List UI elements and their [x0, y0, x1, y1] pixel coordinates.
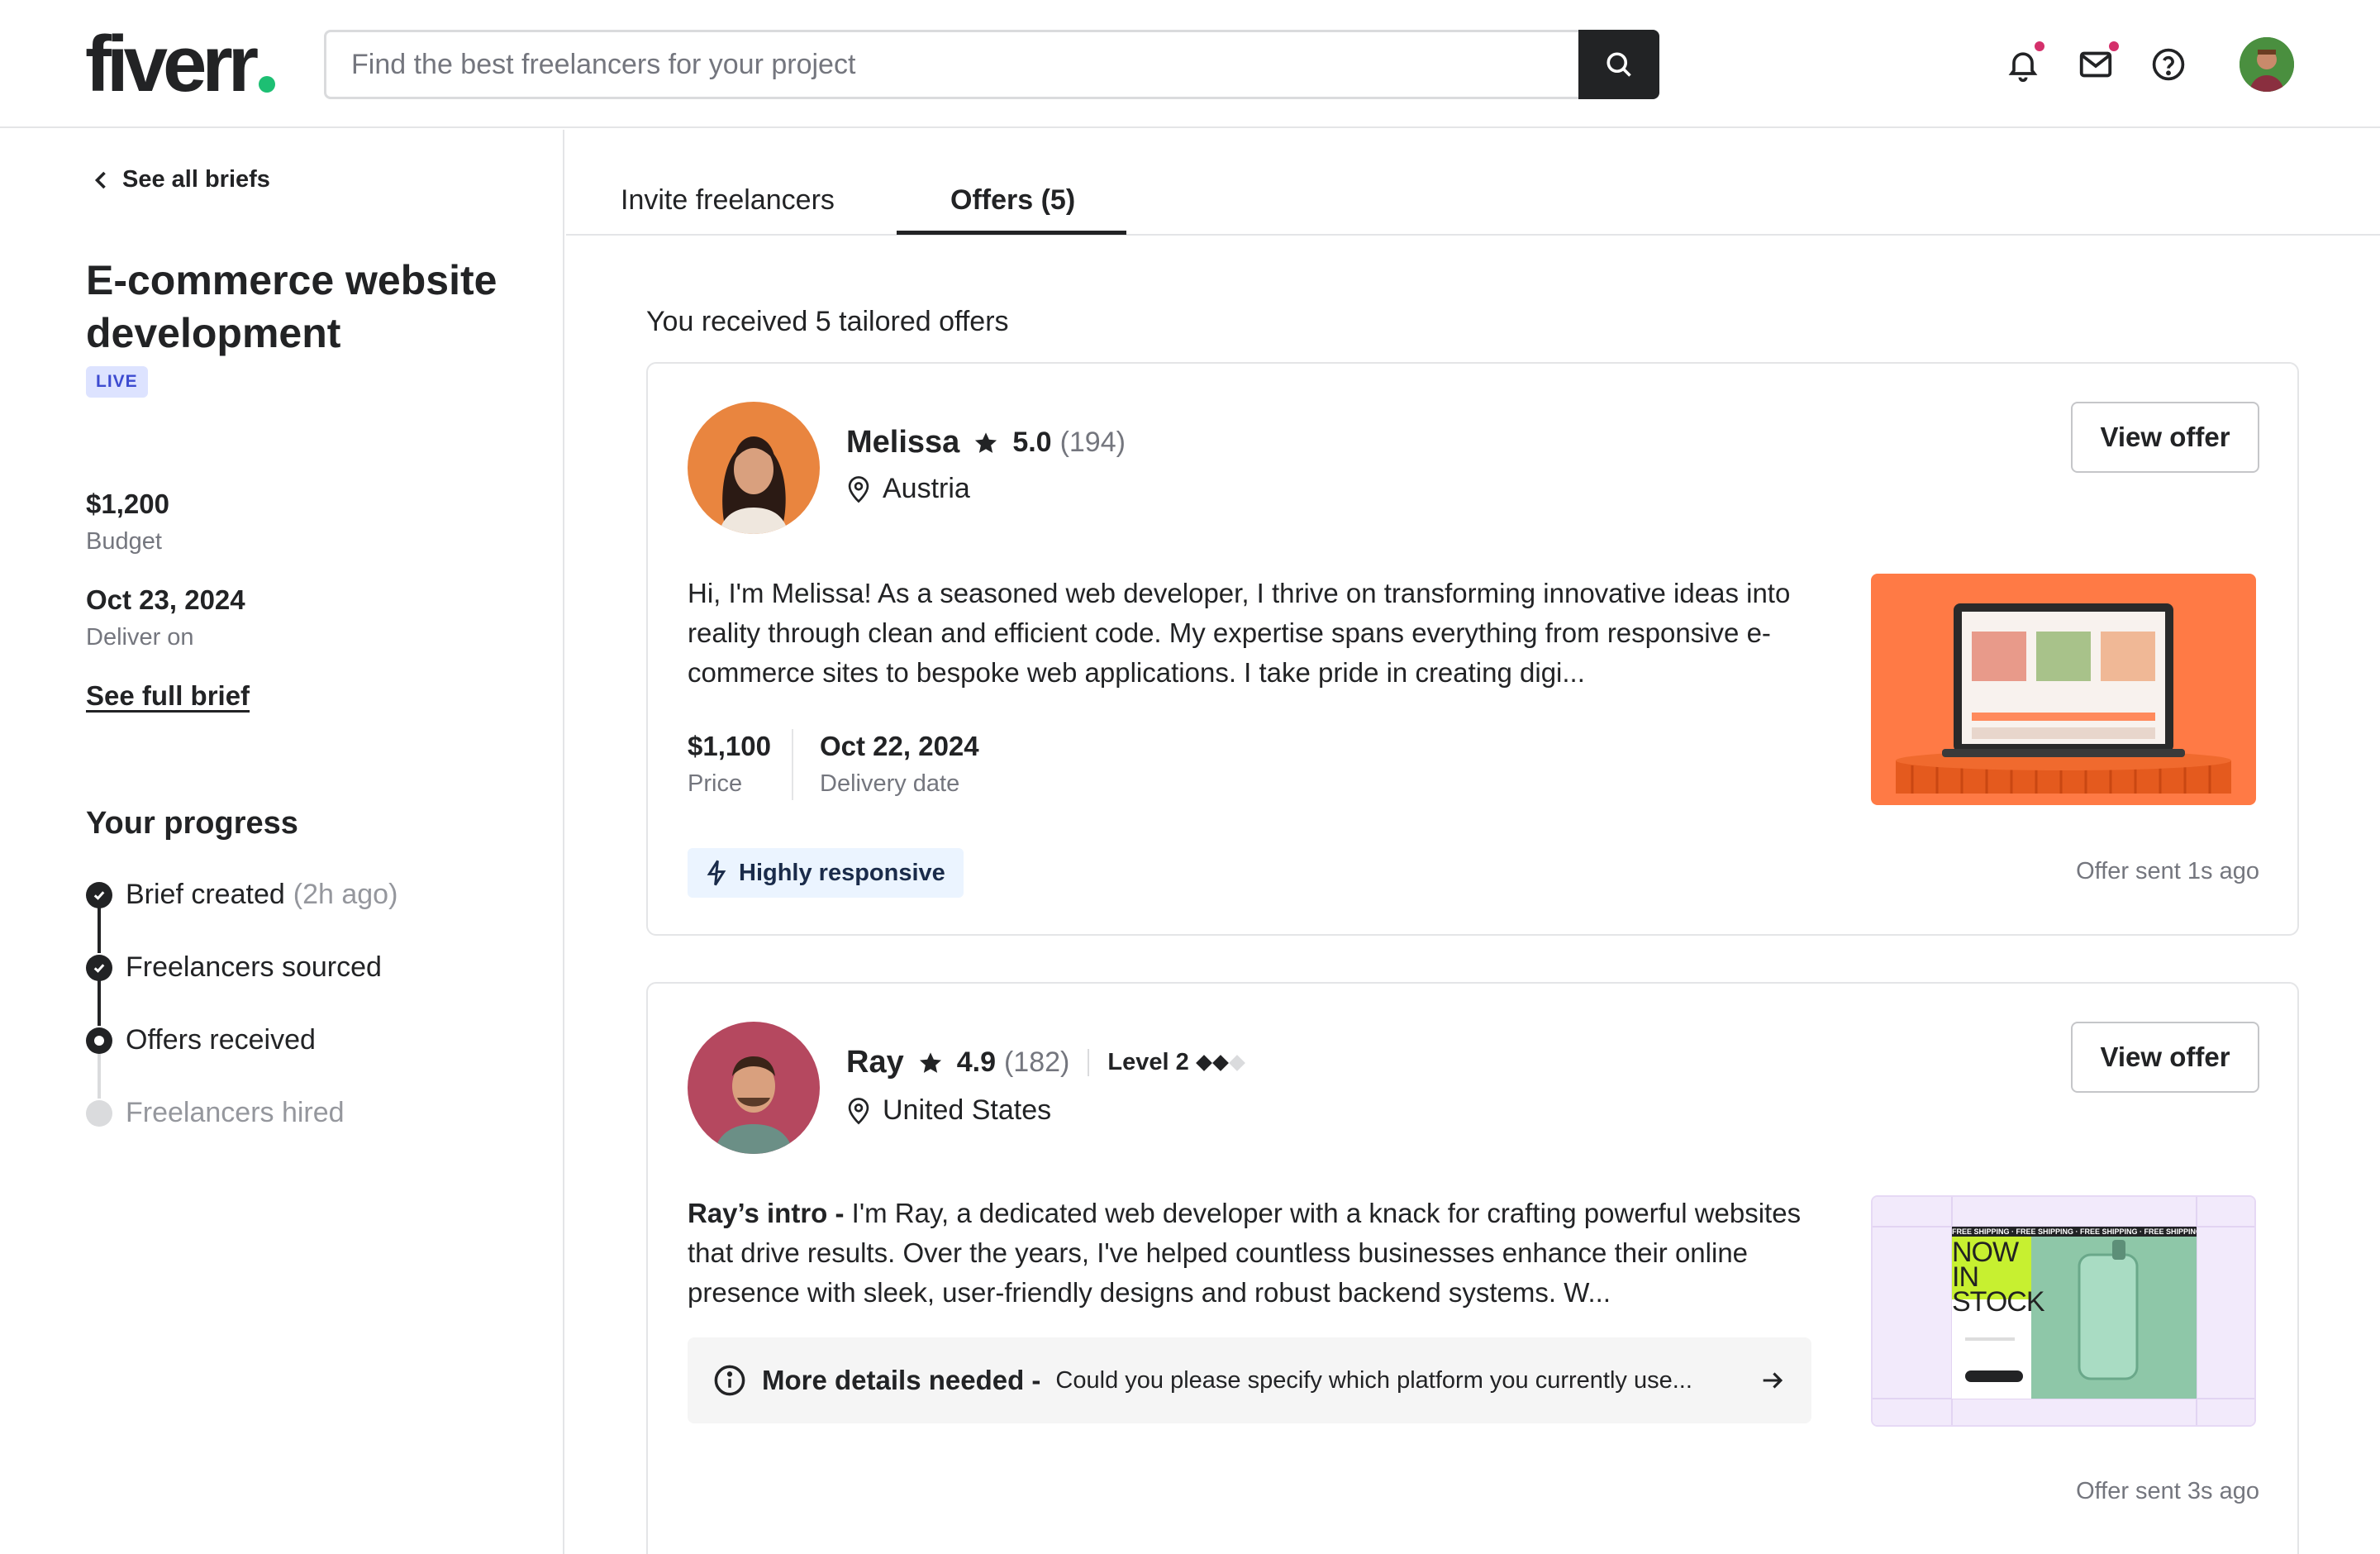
review-count: (194) — [1059, 427, 1126, 458]
freelancer-location: United States — [846, 1094, 1051, 1127]
budget-label: Budget — [86, 528, 162, 555]
offer-sent-time: Offer sent 1s ago — [2076, 858, 2259, 884]
view-offer-button[interactable]: View offer — [2071, 1022, 2259, 1093]
divider — [792, 729, 793, 800]
current-step-icon — [86, 1027, 112, 1054]
offer-sent-time: Offer sent 3s ago — [2076, 1478, 2259, 1504]
fiverr-logo[interactable]: fiverr — [85, 25, 276, 104]
star-icon — [975, 431, 997, 453]
offer-description: Hi, I'm Melissa! As a seasoned web devel… — [688, 578, 1791, 688]
top-header: fiverr — [0, 0, 2380, 128]
brief-title: E-commerce website development — [86, 257, 497, 356]
portfolio-thumbnail[interactable] — [1871, 574, 2256, 805]
logo-dot — [259, 76, 276, 93]
messages-button[interactable] — [2073, 41, 2119, 88]
thumbnail-banner: FREE SHIPPING · FREE SHIPPING · FREE SHI… — [1952, 1227, 2197, 1236]
progress-connector — [98, 1052, 101, 1099]
info-icon — [714, 1365, 745, 1396]
active-tab-indicator — [897, 231, 1126, 235]
mail-icon — [2079, 51, 2112, 78]
offer-delivery-date: Oct 22, 2024 — [820, 731, 979, 761]
progress-step: Offers received — [86, 1024, 316, 1056]
check-icon — [86, 881, 112, 908]
offer-card: Ray 4.9 (182) Level 2 United States View… — [646, 982, 2299, 1554]
pending-step-icon — [86, 1099, 112, 1127]
offer-price: $1,100 — [688, 731, 771, 761]
progress-step: Freelancers hired — [86, 1097, 345, 1129]
brief-sidebar: See all briefs E-commerce website develo… — [0, 130, 564, 1554]
freelancer-header: Ray 4.9 (182) Level 2 — [846, 1045, 1245, 1080]
location-pin-icon — [848, 1097, 869, 1124]
chevron-left-icon — [94, 171, 106, 188]
delivery-label: Delivery date — [820, 770, 960, 797]
lightning-icon — [707, 860, 726, 886]
message-dot — [2109, 41, 2119, 51]
see-full-brief-link[interactable]: See full brief — [86, 680, 250, 712]
notifications-button[interactable] — [2000, 41, 2046, 88]
rating-value: 4.9 — [956, 1046, 996, 1078]
tab-offers[interactable]: Offers (5) — [950, 184, 1075, 217]
portfolio-thumbnail[interactable]: NOW IN STOCK FREE SHIPPING · FREE SHIPPI… — [1871, 1195, 2256, 1427]
arrow-right-icon — [1763, 1372, 1783, 1389]
location-pin-icon — [848, 475, 869, 503]
search-button[interactable] — [1578, 30, 1659, 99]
review-count: (182) — [1003, 1046, 1070, 1078]
progress-connector — [98, 907, 101, 953]
deliver-value: Oct 23, 2024 — [86, 584, 245, 615]
freelancer-location: Austria — [846, 473, 970, 505]
progress-connector — [98, 980, 101, 1026]
budget-value: $1,200 — [86, 489, 169, 519]
freelancer-name[interactable]: Ray — [846, 1045, 904, 1080]
search-bar — [324, 30, 1659, 99]
search-icon — [1606, 52, 1631, 77]
rating-value: 5.0 — [1012, 427, 1052, 458]
search-input[interactable] — [326, 32, 1583, 97]
progress-step: Brief created (2h ago) — [86, 879, 397, 911]
more-details-needed-row[interactable]: More details needed - Could you please s… — [688, 1337, 1811, 1423]
freelancer-avatar[interactable] — [688, 402, 820, 534]
see-all-briefs-link[interactable]: See all briefs — [93, 166, 270, 193]
freelancer-header: Melissa 5.0 (194) — [846, 425, 1126, 460]
help-button[interactable] — [2145, 41, 2192, 88]
offers-count-text: You received 5 tailored offers — [646, 306, 1009, 337]
seller-level: Level 2 — [1088, 1049, 1245, 1076]
view-offer-button[interactable]: View offer — [2071, 402, 2259, 473]
freelancer-avatar[interactable] — [688, 1022, 820, 1154]
check-icon — [86, 954, 112, 981]
progress-title: Your progress — [86, 806, 298, 841]
offer-card: Melissa 5.0 (194) Austria View offer Hi,… — [646, 362, 2299, 936]
offer-description: Ray’s intro - I'm Ray, a dedicated web d… — [688, 1198, 1802, 1308]
tab-invite-freelancers[interactable]: Invite freelancers — [621, 184, 835, 217]
bell-icon — [2008, 52, 2038, 83]
user-avatar[interactable] — [2240, 37, 2294, 92]
highly-responsive-badge: Highly responsive — [688, 848, 964, 898]
offer-tabs: Invite freelancers Offers (5) — [566, 130, 2380, 236]
level-diamonds-icon — [1195, 1054, 1245, 1071]
price-label: Price — [688, 770, 743, 797]
freelancer-name[interactable]: Melissa — [846, 425, 959, 460]
thumbnail-headline: NOW IN STOCK — [1952, 1237, 2045, 1318]
help-icon — [2152, 48, 2185, 81]
progress-step: Freelancers sourced — [86, 951, 382, 984]
notification-dot — [2035, 41, 2044, 51]
deliver-label: Deliver on — [86, 624, 194, 651]
status-badge: LIVE — [86, 366, 148, 398]
star-icon — [919, 1051, 941, 1073]
